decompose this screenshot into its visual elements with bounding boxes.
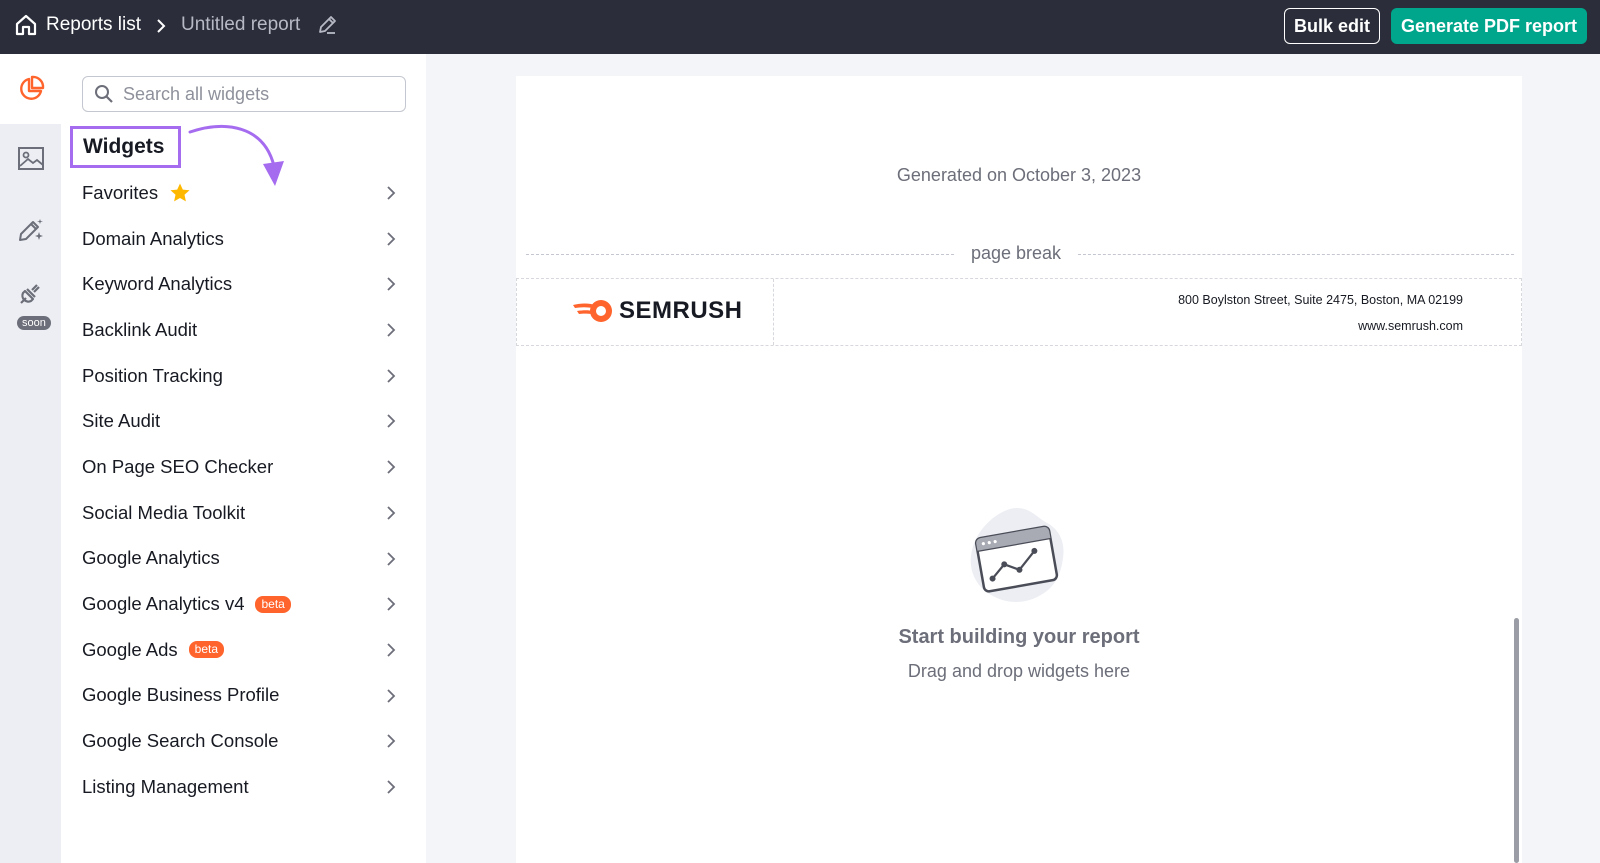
chevron-right-icon <box>387 506 396 520</box>
list-item-label: Social Media Toolkit <box>82 501 246 523</box>
list-item-backlink-audit[interactable]: Backlink Audit <box>61 307 426 353</box>
empty-state-subtitle: Drag and drop widgets here <box>907 661 1131 681</box>
report-header[interactable]: SEMRUSH 800 Boylston Street, Suite 2475,… <box>516 278 1522 346</box>
list-item-favorites[interactable]: Favorites <box>61 170 426 216</box>
chevron-right-icon <box>387 780 396 794</box>
report-title[interactable]: Untitled report <box>181 14 300 36</box>
rail-item-widgets[interactable] <box>0 54 61 124</box>
list-item-label: Google Search Console <box>82 730 279 752</box>
chevron-right-icon <box>387 460 396 474</box>
list-item-label: Listing Management <box>82 775 249 797</box>
generate-pdf-report-button[interactable]: Generate PDF report <box>1391 8 1587 44</box>
generated-date: Generated on October 3, 2023 <box>896 165 1142 185</box>
list-item-label: Site Audit <box>82 410 161 432</box>
list-item-social-media-toolkit[interactable]: Social Media Toolkit <box>61 490 426 536</box>
chevron-right-icon <box>387 688 396 703</box>
search-icon <box>95 85 113 103</box>
magic-pen-icon <box>18 219 43 241</box>
list-item-label: Google Business Profile <box>82 684 280 706</box>
chevron-right-icon <box>387 277 396 292</box>
left-icon-rail: soon <box>0 54 61 863</box>
widgets-panel: Widgets Favorites Domain Analytics Keywo… <box>61 54 426 863</box>
rail-item-integrations[interactable]: soon <box>0 264 61 334</box>
beta-badge: beta <box>188 641 225 659</box>
list-item-keyword-analytics[interactable]: Keyword Analytics <box>61 261 426 307</box>
star-icon <box>170 183 190 202</box>
chevron-right-icon <box>387 414 396 429</box>
list-item-google-analytics[interactable]: Google Analytics <box>61 536 426 582</box>
chevron-right-icon <box>387 186 396 200</box>
rail-item-images[interactable] <box>0 124 61 194</box>
widget-category-list: Favorites Domain Analytics Keyword Analy… <box>61 170 426 810</box>
list-item-google-search-console[interactable]: Google Search Console <box>61 718 426 764</box>
list-item-label: Google Analytics <box>82 547 220 569</box>
list-item-on-page-seo-checker[interactable]: On Page SEO Checker <box>61 444 426 490</box>
chevron-right-icon <box>387 643 396 657</box>
list-item-label: Domain Analytics <box>82 227 224 249</box>
page-break-label: page break <box>970 243 1062 263</box>
bulk-edit-button[interactable]: Bulk edit <box>1284 8 1380 44</box>
soon-badge: soon <box>17 316 51 330</box>
list-item-label: Google Analytics v4 <box>82 593 245 615</box>
list-item-label: Keyword Analytics <box>82 273 233 295</box>
header-divider <box>773 279 774 345</box>
search-input[interactable] <box>123 77 399 111</box>
chevron-right-icon <box>387 734 396 748</box>
canvas-scrollbar[interactable] <box>1514 618 1519 863</box>
list-item-domain-analytics[interactable]: Domain Analytics <box>61 216 426 262</box>
home-icon[interactable] <box>14 13 38 37</box>
chevron-right-icon <box>157 19 166 33</box>
chevron-right-icon <box>387 597 396 611</box>
empty-report-illustration-icon <box>970 508 1064 602</box>
page-break-line <box>526 254 954 255</box>
list-item-google-analytics-v4[interactable]: Google Analytics v4 beta <box>61 581 426 627</box>
list-item-label: Position Tracking <box>82 364 223 386</box>
report-page[interactable]: Generated on October 3, 2023 page break … <box>516 76 1522 863</box>
list-item-site-audit[interactable]: Site Audit <box>61 398 426 444</box>
company-address: 800 Boylston Street, Suite 2475, Boston,… <box>1178 293 1463 307</box>
pencil-icon[interactable] <box>316 14 338 36</box>
beta-badge: beta <box>255 595 291 613</box>
empty-state-title: Start building your report <box>898 626 1140 648</box>
chevron-right-icon <box>387 323 396 337</box>
rail-item-design[interactable] <box>0 194 61 264</box>
list-item-google-business-profile[interactable]: Google Business Profile <box>61 673 426 719</box>
page-break-line <box>1078 254 1514 255</box>
search-box <box>82 76 406 112</box>
list-item-label: On Page SEO Checker <box>82 455 274 477</box>
plug-icon <box>19 284 40 304</box>
list-item-label: Favorites <box>82 181 159 203</box>
list-item-position-tracking[interactable]: Position Tracking <box>61 353 426 399</box>
list-item-listing-management[interactable]: Listing Management <box>61 764 426 810</box>
breadcrumb-reports-list[interactable]: Reports list <box>46 14 141 36</box>
chevron-right-icon <box>387 369 396 383</box>
pie-chart-icon <box>19 75 44 100</box>
chevron-right-icon <box>387 232 396 246</box>
company-website: www.semrush.com <box>1358 319 1463 333</box>
top-bar: Reports list Untitled report Bulk edit G… <box>0 0 1600 54</box>
image-icon <box>17 147 44 170</box>
list-item-label: Google Ads <box>82 638 178 660</box>
widgets-heading: Widgets <box>70 126 181 168</box>
semrush-logo-icon <box>573 300 612 322</box>
chevron-right-icon <box>387 551 396 566</box>
list-item-google-ads[interactable]: Google Ads beta <box>61 627 426 673</box>
list-item-label: Backlink Audit <box>82 318 198 340</box>
semrush-logo: SEMRUSH <box>571 297 743 325</box>
logo-text: SEMRUSH <box>619 297 743 324</box>
